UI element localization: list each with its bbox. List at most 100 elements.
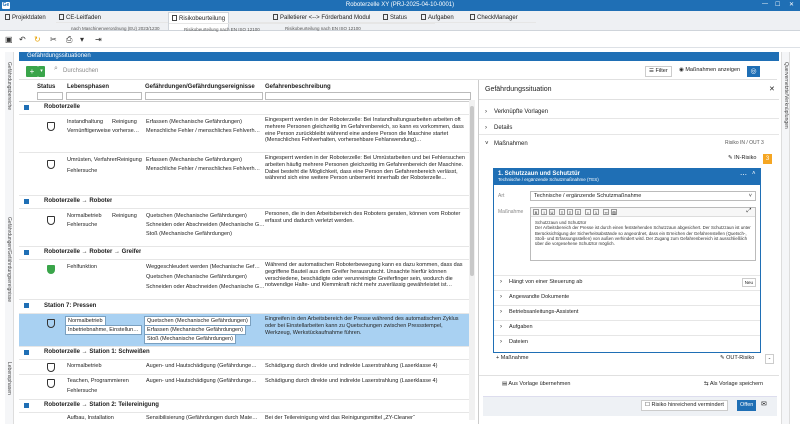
art-select[interactable]: Technische / ergänzende Schutzmaßnahme ˅: [530, 191, 756, 201]
tab-projektdaten[interactable]: Projektdaten: [2, 12, 49, 30]
group-row[interactable]: Station 7: Pressen: [19, 300, 469, 314]
group-row[interactable]: Roboterzelle → Roboter → Greifer: [19, 247, 469, 260]
out-risk-button[interactable]: ✎ OUT-Risiko: [717, 354, 758, 365]
expand-icon[interactable]: ⤢: [746, 208, 752, 215]
risk-reduced-checkbox[interactable]: ☐ Risiko hinreichend vermindert: [641, 400, 728, 411]
tab-status[interactable]: Status: [380, 12, 410, 30]
italic-icon[interactable]: I: [541, 209, 547, 215]
section-label: Hängt von einer Steuerung ab: [509, 279, 583, 285]
collapse-icon[interactable]: [24, 350, 29, 355]
show-measures-toggle[interactable]: ◉ Maßnahmen anzeigen: [676, 66, 744, 77]
filter-button[interactable]: ☰ Filter: [645, 66, 672, 77]
more-icon[interactable]: ⋯: [740, 171, 747, 179]
save-icon[interactable]: ▣: [5, 35, 13, 44]
dropdown-icon[interactable]: ▾: [80, 35, 84, 44]
section-assistent[interactable]: › Betriebsanleitungs-Assistent: [494, 305, 760, 317]
save-template-button[interactable]: ⇆ Als Vorlage speichern: [701, 380, 767, 391]
shield-icon: [47, 319, 55, 328]
save-template-label: Als Vorlage speichern: [709, 381, 764, 387]
collapse-icon[interactable]: [24, 199, 29, 204]
table-row[interactable]: Umrüsten, Verfahrensände… Reinigung Fehl…: [19, 153, 469, 196]
tab-palletierer[interactable]: Palletierer <--> Förderband Modul Risikob…: [270, 12, 536, 31]
close-icon[interactable]: ✕: [789, 1, 794, 8]
collapse-icon[interactable]: [24, 303, 29, 308]
add-button[interactable]: +: [26, 66, 38, 77]
export-icon[interactable]: ⇥: [95, 35, 102, 44]
in-risk-button[interactable]: ✎ IN-Risiko: [725, 154, 760, 165]
close-icon[interactable]: ✕: [769, 85, 775, 93]
collapse-icon[interactable]: [24, 105, 29, 110]
cell-hazard: Augen- und Hautschädigung (Gefährdunge…: [146, 363, 257, 369]
rail-label-gefaehrdungen[interactable]: Gefährdungen/Gefährdungsereignisse: [6, 217, 12, 302]
phase-filter[interactable]: [66, 92, 142, 100]
align-left-icon[interactable]: ≡: [559, 209, 565, 215]
tab-aufgaben[interactable]: Aufgaben: [418, 12, 457, 30]
print-icon[interactable]: ⎙: [66, 35, 72, 45]
numbered-list-icon[interactable]: 1: [593, 209, 599, 215]
cell-phase: Reinigung: [117, 157, 142, 163]
status-icon: [383, 14, 388, 20]
col-gefahrenbeschreibung[interactable]: Gefahrenbeschreibung: [265, 84, 331, 90]
collapse-icon[interactable]: [24, 250, 29, 255]
group-row[interactable]: Roboterzelle → Station 1: Schweißen: [19, 347, 469, 360]
hazard-filter[interactable]: [145, 92, 263, 100]
rail-label-lebensphasen[interactable]: Lebensphasen: [6, 362, 12, 395]
section-details[interactable]: › Details: [479, 122, 779, 135]
col-lebensphasen[interactable]: Lebensphasen: [67, 84, 109, 90]
group-row[interactable]: Roboterzelle: [19, 102, 469, 115]
description-filter[interactable]: [265, 92, 471, 100]
table-row[interactable]: Teachen, Programmieren Fehlersuche Augen…: [19, 375, 469, 400]
comment-icon[interactable]: ✉: [761, 400, 767, 408]
group-row[interactable]: Roboterzelle → Roboter: [19, 196, 469, 209]
search-input[interactable]: Durchsuchen: [63, 66, 163, 77]
table-row[interactable]: Instandhaltung Reinigung Vernünftigerwei…: [19, 115, 469, 153]
shield-icon: [47, 379, 55, 388]
table-row[interactable]: Normalbetrieb Augen- und Hautschädigung …: [19, 360, 469, 375]
bold-icon[interactable]: B: [533, 209, 539, 215]
image-icon[interactable]: ▨: [611, 209, 617, 215]
refresh-icon[interactable]: ↻: [34, 35, 41, 44]
link-icon[interactable]: ∞: [603, 209, 609, 215]
section-label: Verknüpfte Vorlagen: [494, 109, 549, 115]
section-label: Angewandte Dokumente: [509, 294, 570, 300]
collapse-icon[interactable]: ˄: [752, 171, 756, 177]
status-filter[interactable]: [37, 92, 63, 100]
add-dropdown-icon[interactable]: ▾: [38, 66, 45, 77]
rail-label-vernetzung[interactable]: Quervernetzte/Verknüpfungen: [783, 62, 789, 129]
scrollbar-thumb[interactable]: [470, 106, 474, 276]
cut-icon[interactable]: ✂: [50, 35, 57, 44]
undo-icon[interactable]: ↶: [19, 35, 26, 44]
section-verknuepfte-vorlagen[interactable]: › Verknüpfte Vorlagen: [479, 106, 779, 119]
col-gefaehrdungen[interactable]: Gefährdungen/Gefährdungsereignisse: [145, 84, 255, 90]
underline-icon[interactable]: U: [549, 209, 555, 215]
align-center-icon[interactable]: ≡: [567, 209, 573, 215]
maximize-icon[interactable]: ☐: [775, 1, 780, 8]
section-dokumente[interactable]: › Angewandte Dokumente: [494, 290, 760, 302]
section-dateien[interactable]: › Dateien: [494, 335, 760, 347]
add-measure-label: Maßnahme: [500, 355, 529, 361]
measure-editor[interactable]: B I U ≡ ≡ ≡ • 1 ∞ ▨ ⤢ Schutzzaun und Sch…: [530, 207, 756, 261]
add-measure-button[interactable]: + Maßnahme: [493, 354, 532, 365]
hide-view-icon[interactable]: ◎: [747, 66, 760, 77]
section-steuerung[interactable]: › Hängt von einer Steuerung ab Neu: [494, 275, 760, 287]
rail-label-bereiche[interactable]: Gefährdungsbereiche: [6, 62, 12, 110]
tab-risikobeurteilung[interactable]: Risikobeurteilung Risikobeurteilung nach …: [168, 12, 435, 32]
group-row[interactable]: Roboterzelle → Station 2: Teilereinigung: [19, 400, 469, 413]
table-row[interactable]: Fehlfunktion Weggeschleudert werden (Mec…: [19, 260, 469, 300]
list-icon[interactable]: •: [585, 209, 591, 215]
table-row[interactable]: Aufbau, Installation Sensibilisierung (G…: [19, 413, 469, 424]
align-right-icon[interactable]: ≡: [575, 209, 581, 215]
col-status[interactable]: Status: [37, 84, 55, 90]
tab-ce-leitfaden[interactable]: CE-Leitfaden nach Maschinenverordnung (EU…: [56, 12, 322, 31]
table-scrollbar[interactable]: [469, 100, 475, 420]
status-badge[interactable]: Offen: [737, 400, 757, 411]
collapse-icon[interactable]: [24, 403, 29, 408]
section-aufgaben[interactable]: › Aufgaben: [494, 320, 760, 332]
tab-label: CE-Leitfaden: [66, 15, 102, 21]
minimize-icon[interactable]: —: [762, 1, 768, 7]
cell-hazard: Augen- und Hautschädigung (Gefährdunge…: [146, 378, 257, 384]
from-template-button[interactable]: ▤ Aus Vorlage übernehmen: [499, 380, 574, 391]
table-row[interactable]: Normalbetrieb Reinigung Fehlersuche Quet…: [19, 209, 469, 247]
table-row-selected[interactable]: Normalbetrieb Inbetriebnahme, Einstellun…: [19, 314, 469, 347]
tab-checkmanager[interactable]: CheckManager: [467, 12, 521, 30]
